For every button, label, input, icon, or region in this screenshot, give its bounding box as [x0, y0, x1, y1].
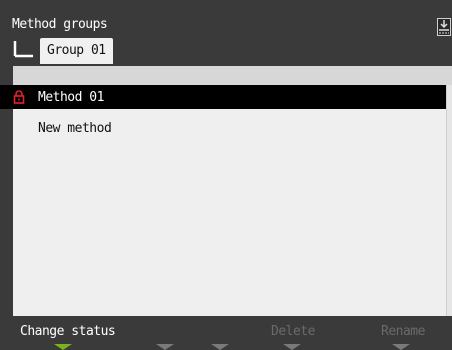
- method-list-panel: Method 01 New method: [0, 66, 452, 316]
- list-item-method-01[interactable]: Method 01: [0, 85, 446, 109]
- tab-group[interactable]: Group 01: [40, 38, 113, 64]
- list-item-label: New method: [38, 121, 112, 136]
- page-title: Method groups: [12, 17, 108, 32]
- softkey-4-indicator: [283, 344, 301, 350]
- softkey-2-indicator: [156, 344, 174, 350]
- softkey-1-indicator: [54, 344, 72, 350]
- rename-softkey[interactable]: Rename: [381, 324, 425, 339]
- storage-status-icon: [437, 18, 451, 36]
- list-item-label: Method 01: [38, 90, 104, 105]
- delete-softkey[interactable]: Delete: [271, 324, 315, 339]
- change-status-softkey[interactable]: Change status: [20, 324, 116, 339]
- softkey-5-indicator: [392, 344, 410, 350]
- softkey-3-indicator: [211, 344, 229, 350]
- scrollbar[interactable]: [446, 85, 452, 316]
- softkey-bar: Change status Delete Rename: [0, 318, 452, 350]
- title-bar: Method groups Group 01: [0, 0, 452, 66]
- list-item-new-method[interactable]: New method: [13, 116, 439, 140]
- list-header: [13, 66, 452, 85]
- tree-branch-icon: [13, 40, 35, 58]
- lock-icon: [13, 90, 25, 104]
